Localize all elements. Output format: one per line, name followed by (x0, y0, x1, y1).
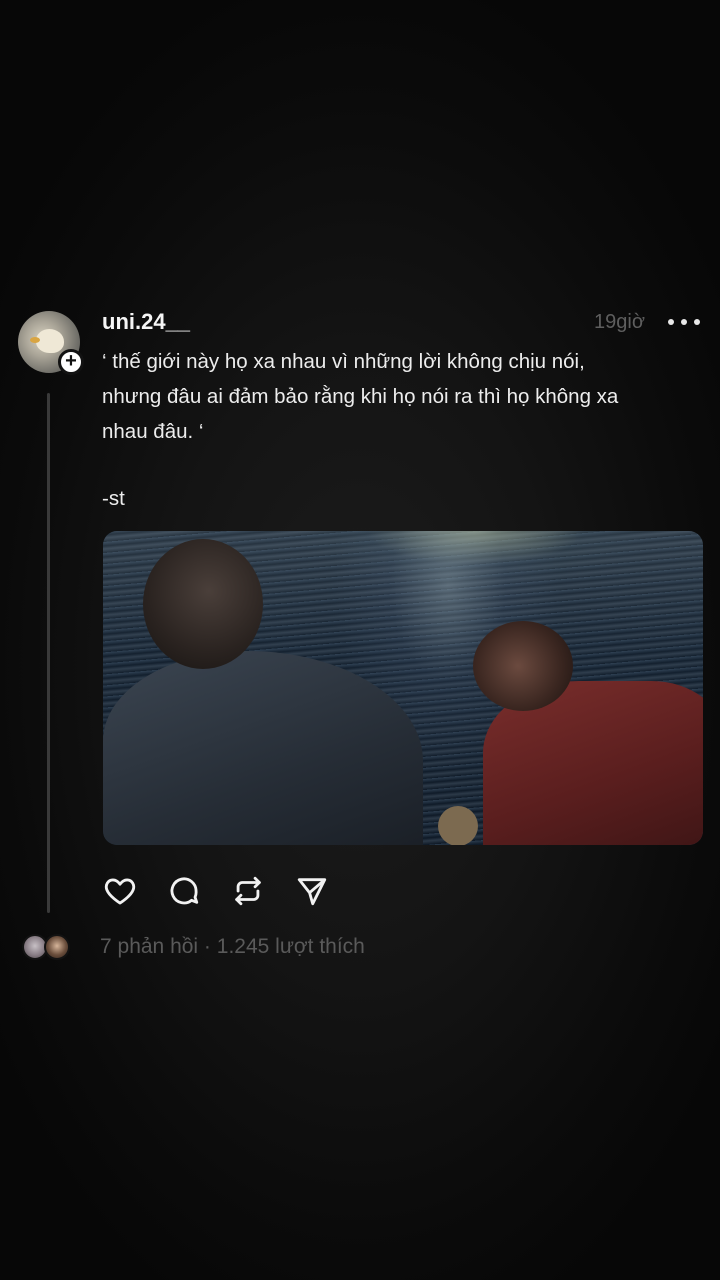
caption-signature: -st (102, 487, 125, 510)
more-options-button[interactable] (668, 310, 700, 334)
stats-separator: · (198, 935, 217, 958)
more-dot-icon (668, 319, 674, 325)
post-caption: ‘ thế giới này họ xa nhau vì những lời k… (102, 344, 708, 449)
caption-text: ‘ thế giới này họ xa nhau vì những lời k… (102, 350, 619, 443)
repost-icon (235, 876, 261, 906)
reply-avatars[interactable] (22, 934, 78, 962)
avatar (44, 934, 70, 960)
username[interactable]: uni.24__ (102, 309, 190, 335)
image-knee (438, 806, 478, 845)
post-stats: 7 phản hồi · 1.245 lượt thích (100, 935, 365, 959)
action-bar (102, 873, 330, 909)
avatar-duck-icon (36, 329, 64, 353)
follow-plus-icon[interactable]: + (58, 349, 84, 375)
avatar-duck-beak (30, 337, 40, 343)
image-person-right-head (473, 621, 573, 711)
more-dot-icon (694, 319, 700, 325)
author-avatar-wrap[interactable]: + (18, 311, 84, 375)
repost-button[interactable] (230, 873, 266, 909)
image-person-left-head (143, 539, 263, 669)
heart-icon (104, 878, 136, 905)
send-icon (297, 878, 327, 906)
likes-count[interactable]: 1.245 lượt thích (217, 935, 365, 958)
share-button[interactable] (294, 873, 330, 909)
comment-button[interactable] (166, 873, 202, 909)
post-image[interactable] (103, 531, 703, 845)
thread-line (47, 393, 50, 913)
replies-count[interactable]: 7 phản hồi (100, 935, 198, 958)
comment-icon (170, 877, 199, 905)
like-button[interactable] (102, 873, 138, 909)
more-dot-icon (681, 319, 687, 325)
post-time: 19giờ (594, 311, 645, 333)
thread-post: + uni.24__ 19giờ ‘ thế giới này họ xa nh… (0, 0, 720, 1280)
